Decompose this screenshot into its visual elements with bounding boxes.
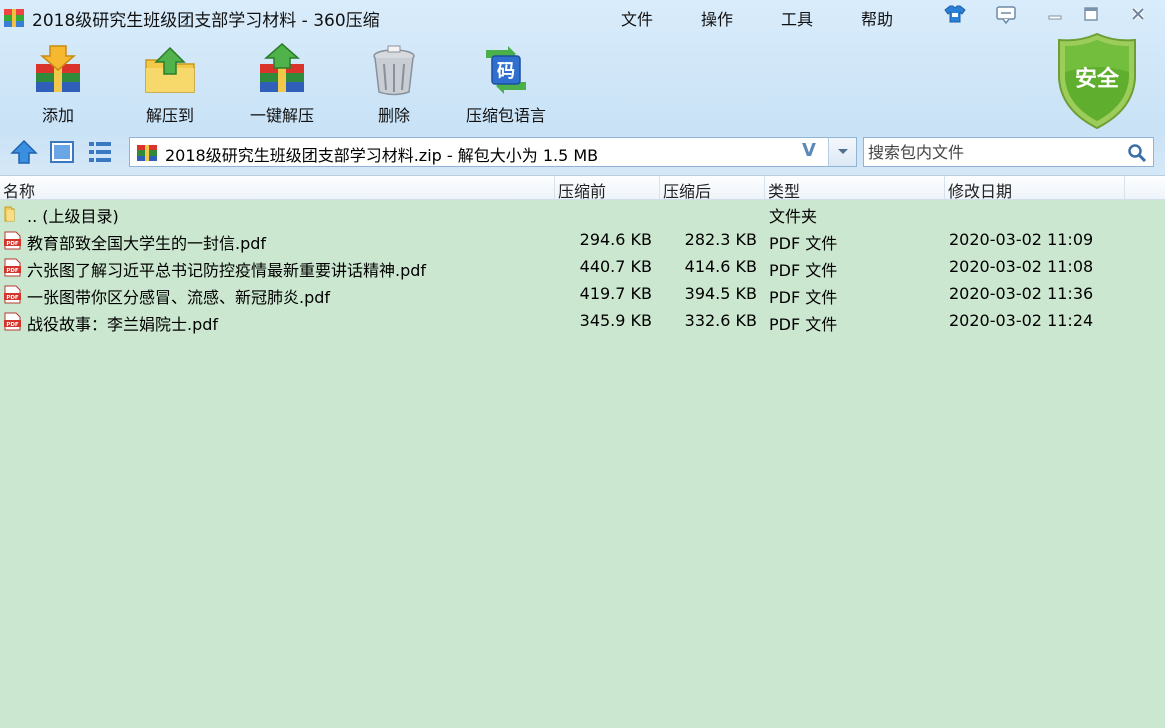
file-modified: 2020-03-02 11:36 [949, 284, 1094, 303]
file-name: 教育部致全国大学生的一封信.pdf [27, 234, 267, 253]
zip-archive-icon [137, 145, 157, 161]
column-compressed-size[interactable]: 压缩后 [663, 178, 711, 201]
one-click-extract-icon [260, 43, 304, 92]
pdf-badge-text: PDF [6, 295, 19, 301]
pdf-icon: PDF [4, 258, 21, 277]
file-compressed-size: 394.5 KB [684, 284, 757, 303]
one-click-extract-button[interactable]: 一键解压 [232, 42, 332, 126]
column-divider[interactable] [659, 176, 660, 200]
pdf-badge-text: PDF [6, 241, 19, 247]
list-row-parent-directory[interactable]: .. (上级目录) 文件夹 [0, 200, 1165, 227]
shield-icon: 安全 [1058, 32, 1136, 130]
file-type: PDF 文件 [769, 261, 838, 280]
file-compressed-size: 332.6 KB [684, 311, 757, 330]
delete-button[interactable]: 删除 [344, 42, 444, 126]
security-badge-text: 安全 [1075, 66, 1120, 92]
file-list-header: 名称 压缩前 压缩后 类型 修改日期 [0, 175, 1165, 201]
extract-folder-icon [145, 46, 195, 93]
skin-button[interactable] [940, 2, 970, 26]
menu-help[interactable]: 帮助 [861, 6, 893, 30]
file-compressed-size: 414.6 KB [684, 257, 757, 276]
menu-file[interactable]: 文件 [621, 6, 653, 30]
trash-icon [373, 45, 415, 96]
pdf-icon: PDF [4, 231, 21, 250]
message-icon [996, 6, 1016, 24]
column-type[interactable]: 类型 [768, 178, 800, 201]
chevron-down-icon [837, 149, 848, 154]
window-title: 2018级研究生班级团支部学习材料 - 360压缩 [32, 11, 380, 31]
file-compressed-size: 282.3 KB [684, 230, 757, 249]
file-modified: 2020-03-02 11:08 [949, 257, 1094, 276]
archive-app-icon [4, 9, 24, 27]
feedback-button[interactable] [991, 2, 1021, 26]
file-name: 一张图带你区分感冒、流感、新冠肺炎.pdf [27, 288, 331, 307]
delete-label: 删除 [377, 106, 410, 125]
path-combobox[interactable]: 2018级研究生班级团支部学习材料.zip - 解包大小为 1.5 MB V [129, 137, 857, 167]
list-row-file[interactable]: PDF 教育部致全国大学生的一封信.pdf 294.6 KB 282.3 KB … [0, 227, 1165, 254]
file-modified: 2020-03-02 11:09 [949, 230, 1094, 249]
minimize-button[interactable] [1040, 2, 1070, 26]
file-type: 文件夹 [769, 207, 818, 226]
add-button[interactable]: 添加 [8, 42, 108, 126]
pdf-icon: PDF [4, 285, 21, 304]
file-list[interactable]: .. (上级目录) 文件夹 PDF 教育部致全国大学生的一封信.pdf 294.… [0, 200, 1165, 728]
list-row-file[interactable]: PDF 六张图了解习近平总书记防控疫情最新重要讲话精神.pdf 440.7 KB… [0, 254, 1165, 281]
pdf-badge-text: PDF [6, 268, 19, 274]
menu-operation[interactable]: 操作 [701, 6, 733, 30]
search-box[interactable] [863, 137, 1154, 167]
file-packed-size: 419.7 KB [579, 284, 652, 303]
column-divider[interactable] [764, 176, 765, 200]
app-window: 2018级研究生班级团支部学习材料 - 360压缩 文件 操作 工具 帮助 添加… [0, 0, 1165, 728]
column-name[interactable]: 名称 [3, 178, 35, 201]
column-divider[interactable] [944, 176, 945, 200]
path-text: 2018级研究生班级团支部学习材料.zip - 解包大小为 1.5 MB [165, 146, 599, 165]
up-directory-icon[interactable] [10, 139, 38, 165]
add-archive-icon [36, 45, 80, 92]
pdf-icon: PDF [4, 312, 21, 331]
file-type: PDF 文件 [769, 234, 838, 253]
file-name: 战役故事：李兰娟院士.pdf [27, 315, 219, 334]
file-type: PDF 文件 [769, 288, 838, 307]
pdf-badge-text: PDF [6, 322, 19, 328]
title-bar: 2018级研究生班级团支部学习材料 - 360压缩 文件 操作 工具 帮助 [0, 0, 1165, 36]
list-row-file[interactable]: PDF 战役故事：李兰娟院士.pdf 345.9 KB 332.6 KB PDF… [0, 308, 1165, 335]
extract-to-button[interactable]: 解压到 [120, 42, 220, 126]
archive-language-button[interactable]: 码 压缩包语言 [456, 42, 556, 126]
maximize-icon [1084, 7, 1098, 21]
list-row-file[interactable]: PDF 一张图带你区分感冒、流感、新冠肺炎.pdf 419.7 KB 394.5… [0, 281, 1165, 308]
one-click-extract-label: 一键解压 [249, 106, 314, 125]
close-button[interactable] [1123, 2, 1153, 26]
file-packed-size: 345.9 KB [579, 311, 652, 330]
list-view-icon[interactable] [86, 139, 114, 165]
search-input[interactable] [868, 141, 1118, 163]
security-shield-badge[interactable]: 安全 [1055, 32, 1139, 130]
shirt-icon [944, 5, 966, 23]
file-name: .. (上级目录) [27, 207, 119, 226]
extract-to-label: 解压到 [145, 106, 194, 125]
menu-tools[interactable]: 工具 [781, 6, 813, 30]
column-packed-size[interactable]: 压缩前 [558, 178, 606, 201]
maximize-button[interactable] [1076, 2, 1106, 26]
close-icon [1131, 7, 1145, 21]
language-code-icon: 码 [486, 46, 526, 94]
thumbnail-view-icon[interactable] [48, 139, 76, 165]
minimize-icon [1048, 15, 1062, 20]
folder-icon [4, 206, 15, 222]
file-packed-size: 440.7 KB [579, 257, 652, 276]
archive-language-label: 压缩包语言 [465, 106, 546, 125]
add-label: 添加 [41, 106, 74, 125]
file-packed-size: 294.6 KB [579, 230, 652, 249]
path-v-icon: V [802, 140, 816, 161]
column-divider[interactable] [1124, 176, 1125, 200]
file-type: PDF 文件 [769, 315, 838, 334]
column-modified[interactable]: 修改日期 [948, 178, 1012, 201]
path-dropdown-button[interactable] [828, 138, 856, 166]
file-modified: 2020-03-02 11:24 [949, 311, 1094, 330]
column-divider[interactable] [554, 176, 555, 200]
language-icon-glyph: 码 [497, 61, 515, 82]
search-icon[interactable] [1127, 143, 1147, 163]
file-name: 六张图了解习近平总书记防控疫情最新重要讲话精神.pdf [27, 261, 427, 280]
